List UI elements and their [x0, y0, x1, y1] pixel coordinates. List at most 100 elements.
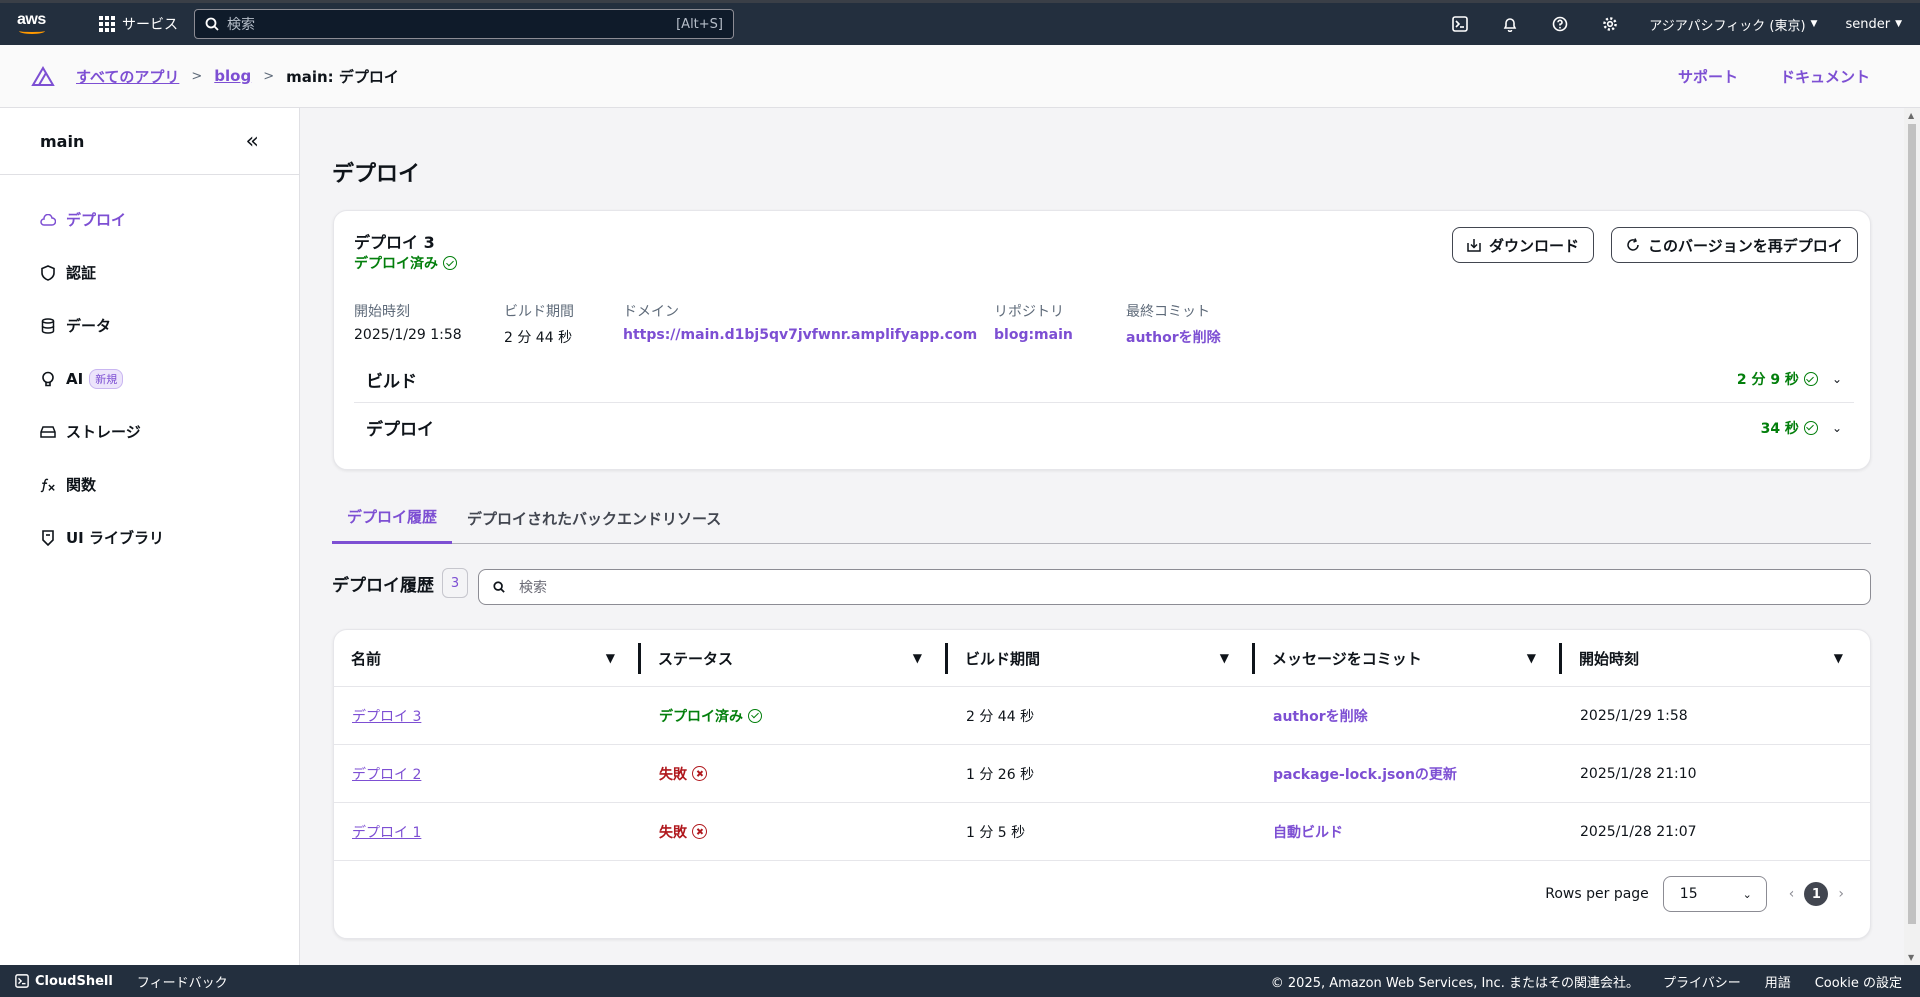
search-shortcut-hint: [Alt+S] [676, 16, 723, 32]
breadcrumb: すべてのアプリ > blog > main: デプロイ [76, 66, 399, 87]
repository-link[interactable]: blog:main [994, 327, 1073, 343]
tab-bar: デプロイ履歴 デプロイされたバックエンドリソース [332, 492, 1871, 544]
history-count-badge: 3 [442, 568, 468, 598]
table-row: デプロイ 1 失敗 1 分 5 秒 自動ビルド 2025/1/28 21:07 [334, 803, 1870, 861]
page-scrollbar[interactable]: ▲ ▼ [1904, 108, 1920, 965]
sort-down-icon: ▼ [1833, 651, 1843, 665]
commit-message-link[interactable]: 自動ビルド [1255, 822, 1562, 842]
sidebar-item-storage[interactable]: ストレージ [0, 405, 299, 458]
duration-cell: 1 分 26 秒 [966, 766, 1035, 783]
terms-link[interactable]: 用語 [1765, 972, 1791, 991]
amplify-logo-icon[interactable] [30, 65, 56, 87]
database-icon [40, 317, 56, 334]
section-duration: 34 秒 [1761, 418, 1818, 438]
collapse-sidebar-icon[interactable]: « [246, 129, 259, 154]
sidebar-item-deploy[interactable]: デプロイ [0, 193, 299, 246]
build-section-toggle[interactable]: ビルド 2 分 9 秒 ⌄ [354, 356, 1854, 403]
sidebar-item-functions[interactable]: 関数 [0, 458, 299, 511]
cloudshell-footer-button[interactable]: CloudShell [15, 974, 113, 989]
domain-link[interactable]: https://main.d1bj5qv7jvfwnr.amplifyapp.c… [623, 327, 977, 343]
feedback-link[interactable]: フィードバック [137, 972, 228, 991]
side-navigation: main « デプロイ 認証 データ AI 新規 ストレージ 関数 UI ライブ… [0, 108, 300, 965]
check-circle-icon [1803, 372, 1818, 386]
help-button[interactable] [1535, 3, 1585, 45]
status-cell: 失敗 [641, 764, 948, 784]
deployment-summary-card: デプロイ 3 デプロイ済み ダウンロード このバージョンを再デプロイ 開始時刻 … [333, 210, 1871, 470]
sidebar-item-ai[interactable]: AI 新規 [0, 352, 299, 405]
commit-message-link[interactable]: authorを削除 [1255, 706, 1562, 726]
sidebar-item-data[interactable]: データ [0, 299, 299, 352]
scroll-down-icon[interactable]: ▼ [1908, 953, 1914, 962]
chevron-down-icon: ⌄ [1831, 372, 1842, 386]
account-menu[interactable]: sender ▼ [1831, 17, 1920, 32]
page-number-button[interactable]: 1 [1804, 882, 1829, 906]
sort-down-icon: ▼ [1526, 651, 1536, 665]
sort-down-icon: ▼ [1219, 651, 1229, 665]
column-header-name[interactable]: 名前 ▼ [334, 630, 641, 686]
section-duration-label: 34 秒 [1760, 420, 1799, 437]
sidebar-item-ui-library[interactable]: UI ライブラリ [0, 511, 299, 564]
new-badge: 新規 [89, 368, 124, 389]
deployment-status-label: デプロイ済み [354, 256, 438, 272]
sidebar-item-label: デプロイ [66, 211, 127, 229]
cookie-settings-link[interactable]: Cookie の設定 [1815, 972, 1902, 991]
storage-icon [40, 424, 56, 440]
page-title: デプロイ [332, 162, 421, 187]
breadcrumb-current: main: デプロイ [286, 67, 399, 86]
deployment-link[interactable]: デプロイ 3 [352, 706, 421, 726]
region-selector[interactable]: アジアパシフィック (東京) ▼ [1635, 15, 1831, 34]
start-time-cell: 2025/1/28 21:07 [1580, 823, 1697, 840]
commit-link[interactable]: authorを削除 [1126, 327, 1221, 347]
meta-label: ビルド期間 [504, 304, 574, 320]
tab-backend-resources[interactable]: デプロイされたバックエンドリソース [452, 492, 736, 544]
scrollbar-thumb[interactable] [1908, 124, 1916, 924]
aws-logo[interactable]: aws [17, 12, 51, 36]
commit-message-link[interactable]: package-lock.jsonの更新 [1255, 764, 1562, 784]
column-header-start-time[interactable]: 開始時刻 ▼ [1562, 630, 1869, 686]
sidebar-item-label: UI ライブラリ [66, 529, 164, 547]
deployment-link[interactable]: デプロイ 1 [352, 822, 421, 842]
scroll-up-icon[interactable]: ▲ [1908, 111, 1914, 120]
column-label: 開始時刻 [1579, 649, 1640, 668]
breadcrumb-all-apps[interactable]: すべてのアプリ [76, 66, 179, 87]
deployment-link[interactable]: デプロイ 2 [352, 764, 421, 784]
meta-build-duration: ビルド期間 2 分 44 秒 [504, 301, 574, 347]
download-icon [1467, 238, 1481, 252]
meta-label: リポジトリ [994, 304, 1064, 320]
support-link[interactable]: サポート [1678, 66, 1738, 87]
column-label: ビルド期間 [965, 649, 1041, 668]
cloudshell-button[interactable] [1435, 3, 1485, 45]
next-page-icon[interactable]: › [1838, 886, 1844, 902]
sidebar-item-auth[interactable]: 認証 [0, 246, 299, 299]
deployment-status: デプロイ済み [354, 253, 457, 273]
shield-icon [40, 264, 56, 281]
privacy-link[interactable]: プライバシー [1663, 972, 1741, 991]
download-button[interactable]: ダウンロード [1452, 227, 1595, 263]
rows-per-page-select[interactable]: 15 ⌄ [1662, 876, 1767, 912]
redeploy-button[interactable]: このバージョンを再デプロイ [1611, 227, 1858, 263]
column-header-message[interactable]: メッセージをコミット ▼ [1255, 630, 1562, 686]
sidebar-item-label: AI [66, 369, 84, 388]
tab-deploy-history[interactable]: デプロイ履歴 [332, 492, 453, 544]
sidebar-item-label: 関数 [66, 476, 97, 494]
caret-down-icon: ▼ [1895, 19, 1902, 29]
column-label: ステータス [658, 649, 734, 668]
chevron-right-icon: > [263, 68, 275, 84]
notifications-button[interactable] [1485, 3, 1535, 45]
deploy-section-toggle[interactable]: デプロイ 34 秒 ⌄ [354, 404, 1854, 451]
settings-button[interactable] [1585, 3, 1635, 45]
global-search-input[interactable]: 検索 [Alt+S] [194, 9, 734, 39]
history-search-placeholder: 検索 [519, 580, 547, 596]
pagination: Rows per page 15 ⌄ ‹ 1 › [1545, 876, 1870, 912]
history-search-input[interactable]: 検索 [478, 569, 1871, 605]
documentation-link[interactable]: ドキュメント [1780, 66, 1870, 87]
breadcrumb-blog[interactable]: blog [214, 67, 251, 85]
previous-page-icon[interactable]: ‹ [1789, 886, 1795, 902]
table-header: 名前 ▼ ステータス ▼ ビルド期間 ▼ メッセージをコミット ▼ 開始時刻 ▼ [334, 630, 1870, 687]
column-header-duration[interactable]: ビルド期間 ▼ [948, 630, 1255, 686]
services-menu-button[interactable]: サービス [99, 14, 178, 34]
chevron-down-icon: ⌄ [1831, 420, 1842, 435]
column-header-status[interactable]: ステータス ▼ [641, 630, 948, 686]
error-circle-icon [692, 766, 707, 781]
start-time-cell: 2025/1/29 1:58 [1580, 707, 1688, 724]
